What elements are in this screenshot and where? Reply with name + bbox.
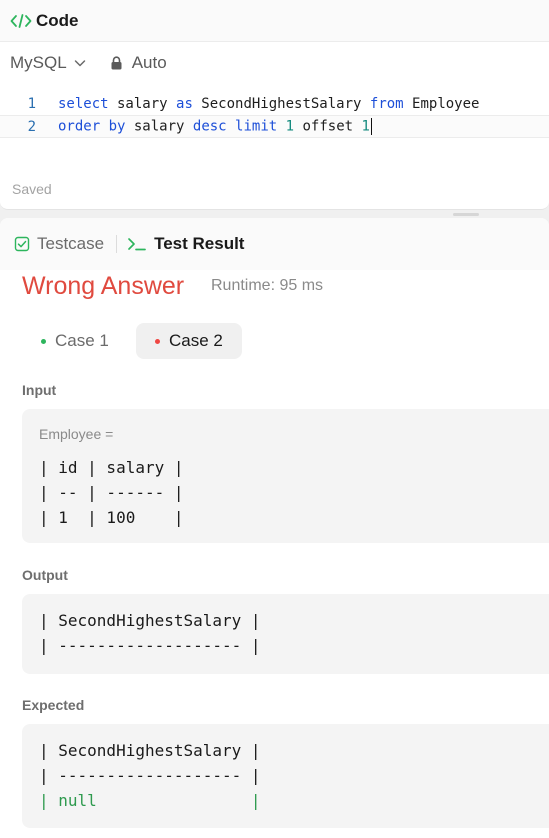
result-panel: Testcase Test Result Wrong Answer Runtim… <box>0 218 549 838</box>
code-keyword: limit <box>235 118 278 135</box>
result-tabs: Testcase Test Result <box>0 218 549 270</box>
tab-test-result[interactable]: Test Result <box>127 234 244 254</box>
input-line: | -- | ------ | <box>39 483 184 502</box>
output-line: | SecondHighestSalary | <box>39 611 261 630</box>
auto-mode-label: Auto <box>131 53 167 72</box>
code-text: SecondHighestSalary <box>192 95 370 112</box>
expected-line: | SecondHighestSalary | <box>39 741 261 760</box>
input-variable-name: Employee = <box>39 426 114 442</box>
code-line-text: order by salary desc limit 1 offset 1 <box>58 118 373 135</box>
code-keyword: as <box>176 95 193 112</box>
case-1-status-dot <box>41 338 46 344</box>
line-number: 1 <box>27 95 36 112</box>
code-line-2[interactable]: 2 order by salary desc limit 1 offset 1 <box>0 115 549 138</box>
code-keyword: order <box>58 118 101 135</box>
text-cursor <box>370 118 373 135</box>
input-line: | 1 | 100 | <box>39 508 184 527</box>
language-select[interactable]: MySQL <box>10 53 86 73</box>
output-label: Output <box>22 567 68 583</box>
terminal-icon <box>127 236 147 252</box>
line-number: 2 <box>27 118 36 135</box>
chevron-down-icon <box>74 58 86 68</box>
verdict-status: Wrong Answer <box>22 272 185 300</box>
code-editor[interactable]: 1 select salary as SecondHighestSalary f… <box>0 92 549 138</box>
expected-diff-line: | null | <box>39 791 261 810</box>
code-panel-title: Code <box>36 10 79 30</box>
output-box: | SecondHighestSalary | | --------------… <box>22 594 549 674</box>
code-number: 1 <box>285 118 295 135</box>
case-1-button[interactable]: Case 1 <box>22 323 128 359</box>
code-text: offset <box>294 118 362 135</box>
case-2-label: Case 2 <box>169 331 223 350</box>
code-keyword: by <box>108 118 126 135</box>
saved-status: Saved <box>12 181 52 197</box>
code-text: Employee <box>403 95 480 112</box>
runtime-label: Runtime: 95 ms <box>211 277 324 294</box>
auto-mode-toggle[interactable]: Auto <box>110 53 167 73</box>
input-box: Employee = | id | salary | | -- | ------… <box>22 409 549 543</box>
output-line: | ------------------- | <box>39 636 261 655</box>
case-1-label: Case 1 <box>55 331 109 350</box>
tab-testcase[interactable]: Testcase <box>14 234 104 254</box>
code-keyword: from <box>369 95 404 112</box>
tab-divider <box>116 235 118 253</box>
lock-icon <box>110 56 123 70</box>
code-keyword: select <box>58 95 109 112</box>
case-2-status-dot <box>155 338 160 344</box>
expected-line: | ------------------- | <box>39 766 261 785</box>
input-line: | id | salary | <box>39 458 184 477</box>
code-number: 1 <box>361 118 370 135</box>
expected-label: Expected <box>22 697 85 713</box>
code-brackets-icon <box>10 13 32 29</box>
editor-toolbar: MySQL Auto <box>0 46 549 80</box>
code-line-1[interactable]: 1 select salary as SecondHighestSalary f… <box>0 92 549 115</box>
language-label: MySQL <box>10 53 67 72</box>
code-text: salary <box>125 118 193 135</box>
code-panel: Code MySQL Auto 1 select salary as Secon… <box>0 0 549 210</box>
code-line-text: select salary as SecondHighestSalary fro… <box>58 96 479 112</box>
expected-box: | SecondHighestSalary | | --------------… <box>22 724 549 828</box>
panel-resize-handle[interactable] <box>453 213 479 216</box>
code-header: Code <box>0 0 549 42</box>
tab-testcase-label: Testcase <box>37 234 105 253</box>
tab-test-result-label: Test Result <box>154 234 245 253</box>
input-label: Input <box>22 382 57 398</box>
code-text: salary <box>108 95 177 112</box>
code-keyword: desc <box>192 118 227 135</box>
checkbox-icon <box>14 236 30 252</box>
case-2-button[interactable]: Case 2 <box>136 323 242 359</box>
